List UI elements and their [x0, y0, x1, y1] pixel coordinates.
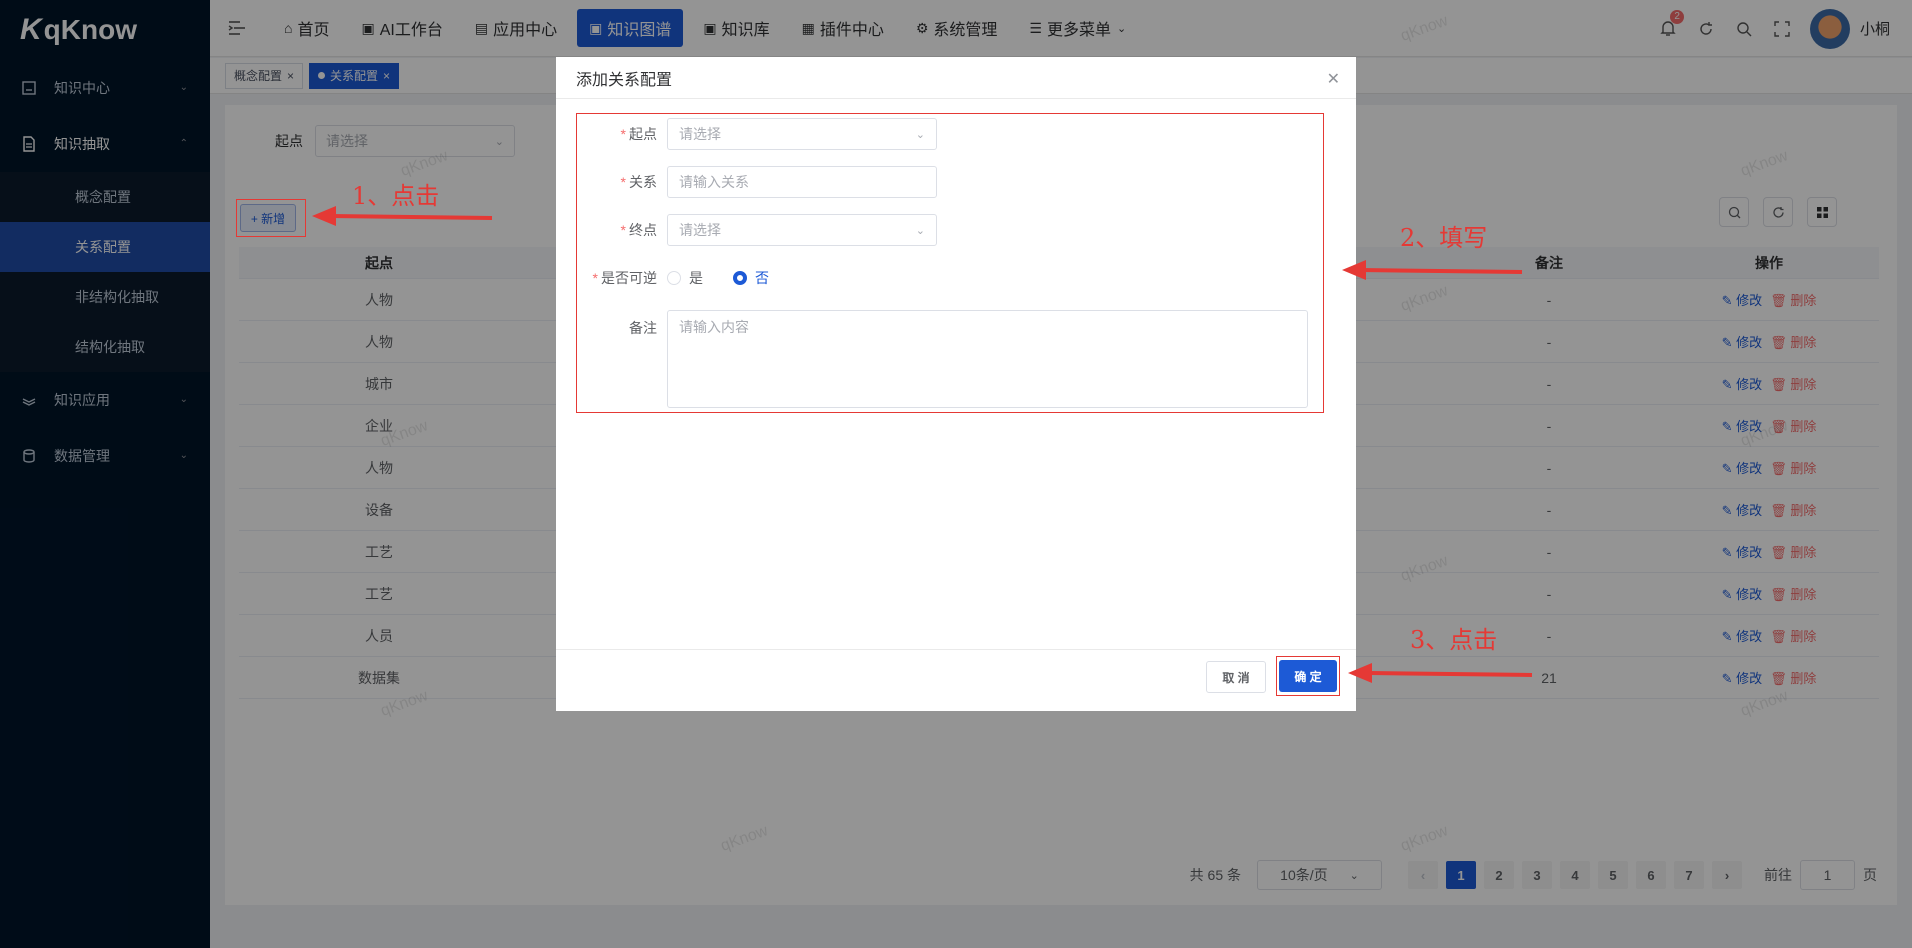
chevron-down-icon: ⌄: [915, 224, 925, 237]
add-relation-dialog: 添加关系配置 ✕ * 起点 请选择 ⌄ * 关系 请输入关系 * 终点 请选择 ⌄ *…: [556, 57, 1356, 711]
radio-circle-checked: [733, 271, 747, 285]
start-select[interactable]: 请选择 ⌄: [667, 118, 937, 150]
annotation-step3: 3、点击: [1410, 626, 1498, 654]
reversible-label: * 是否可逆: [592, 270, 657, 286]
select-placeholder: 请选择: [679, 126, 721, 142]
select-placeholder: 请选择: [679, 222, 721, 238]
radio-yes[interactable]: 是: [667, 268, 703, 288]
dialog-title: 添加关系配置: [576, 71, 673, 89]
textarea-placeholder: 请输入内容: [679, 319, 749, 335]
form-row-remark: 备注 请输入内容: [577, 310, 1308, 408]
dialog-header: 添加关系配置: [556, 57, 1356, 99]
end-label: * 终点: [620, 222, 657, 238]
end-select[interactable]: 请选择 ⌄: [667, 214, 937, 246]
form-row-reversible: * 是否可逆 是 否: [577, 262, 799, 294]
form-highlight-box: * 起点 请选择 ⌄ * 关系 请输入关系 * 终点 请选择 ⌄ * 是否可逆 是 否 …: [576, 113, 1324, 413]
remark-textarea[interactable]: 请输入内容: [667, 310, 1308, 408]
form-row-start: * 起点 请选择 ⌄: [577, 118, 937, 150]
add-highlight-box: [236, 199, 306, 237]
annotation-step2: 2、填写: [1400, 224, 1488, 252]
annotation-step1: 1、点击: [352, 182, 440, 210]
form-row-end: * 终点 请选择 ⌄: [577, 214, 937, 246]
dialog-footer: 取 消 确 定: [556, 649, 1356, 711]
confirm-highlight-box: 确 定: [1276, 656, 1340, 696]
chevron-down-icon: ⌄: [915, 128, 925, 141]
close-icon[interactable]: ✕: [1327, 69, 1340, 89]
relation-input[interactable]: 请输入关系: [667, 166, 937, 198]
remark-label: 备注: [629, 320, 657, 336]
form-row-relation: * 关系 请输入关系: [577, 166, 937, 198]
relation-label: * 关系: [620, 174, 657, 190]
radio-circle: [667, 271, 681, 285]
cancel-button[interactable]: 取 消: [1206, 661, 1266, 693]
start-label: * 起点: [620, 126, 657, 142]
input-placeholder: 请输入关系: [679, 174, 749, 190]
confirm-button[interactable]: 确 定: [1279, 660, 1337, 692]
radio-no[interactable]: 否: [733, 268, 769, 288]
